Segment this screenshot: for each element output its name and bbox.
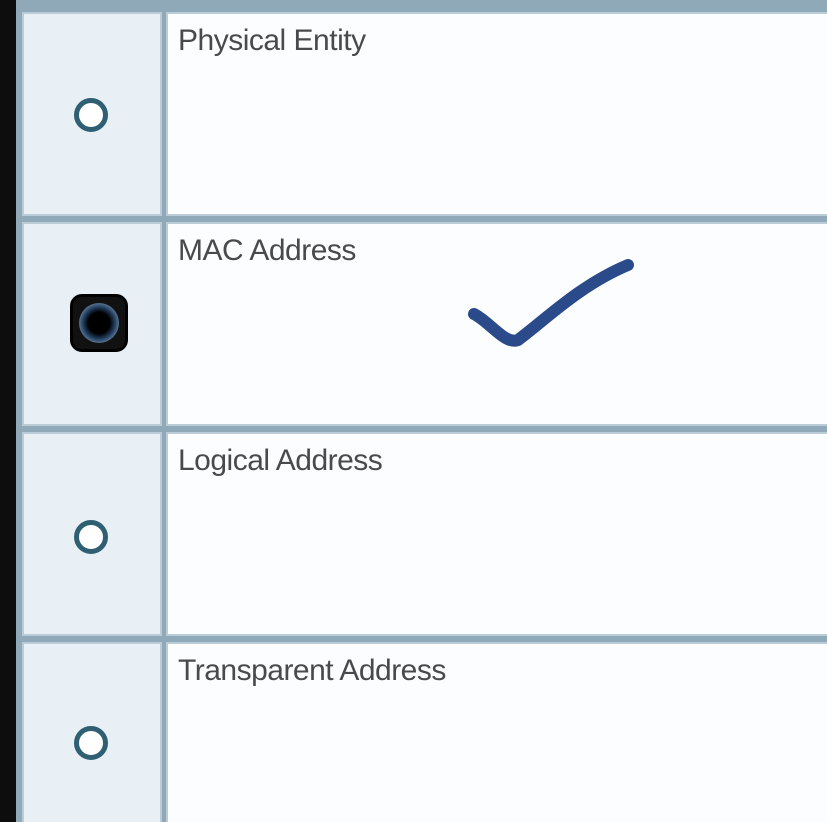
radio-button-transparent-address[interactable] [74,726,108,760]
option-row-logical-address[interactable]: Logical Address [16,432,827,636]
option-row-mac-address[interactable]: MAC Address [16,222,827,426]
option-row-transparent-address[interactable]: Transparent Address [16,642,827,822]
option-label: MAC Address [178,234,356,267]
radio-button-mac-address-selected[interactable] [70,294,128,352]
radio-cell[interactable] [22,222,162,426]
radio-cell[interactable] [22,432,162,636]
radio-button-physical-entity[interactable] [74,98,108,132]
option-label: Physical Entity [178,24,366,57]
option-text-cell[interactable]: MAC Address [166,222,827,426]
option-label: Logical Address [178,444,383,477]
option-text-cell[interactable]: Transparent Address [166,642,827,822]
option-text-cell[interactable]: Logical Address [166,432,827,636]
option-text-cell[interactable]: Physical Entity [166,12,827,216]
radio-cell[interactable] [22,642,162,822]
option-row-physical-entity[interactable]: Physical Entity [16,12,827,216]
radio-selected-dot [79,303,119,343]
answer-options-list: Physical Entity MAC Address Logical Addr… [16,0,827,822]
radio-cell[interactable] [22,12,162,216]
radio-button-logical-address[interactable] [74,520,108,554]
option-label: Transparent Address [178,654,446,687]
